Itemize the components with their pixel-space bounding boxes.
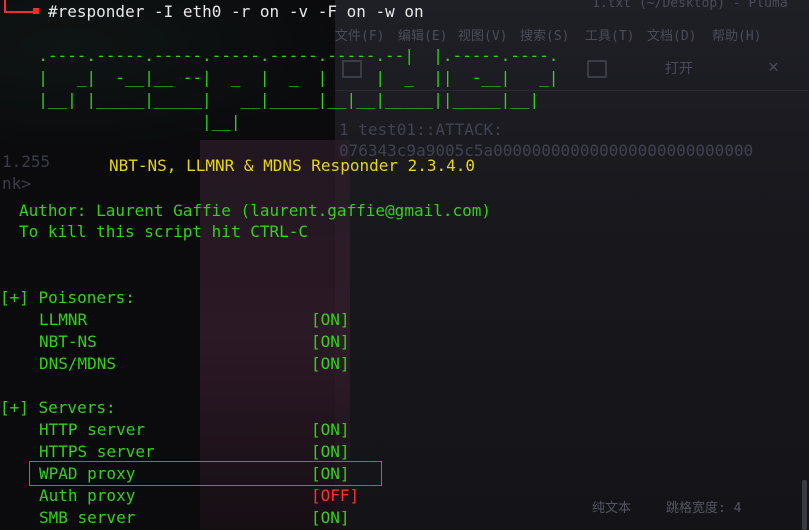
server-status: [ON] [311,442,350,461]
menu-edit[interactable]: 编辑(E) [398,25,447,44]
ghost-ip: 1.255 [2,152,51,171]
prompt-corner-line [4,11,36,13]
menu-documents[interactable]: 文档(D) [647,25,696,44]
wpad-highlight-box [29,461,382,486]
server-name: SMB server [39,508,136,527]
server-status: [ON] [311,508,350,527]
editor-scrollbar[interactable] [802,480,807,530]
status-mode[interactable]: 纯文本 [592,497,631,516]
banner-line: | _| -__|__ --| _ | _ | | _ || -__| _| [19,68,559,87]
server-name: HTTP server [39,420,145,439]
banner-line: |__| [19,112,241,131]
menu-search[interactable]: 搜索(S) [520,25,569,44]
background-window-title: 1.txt (~/Desktop) - Pluma [592,0,788,11]
banner-line: |__| |_____|_____| __|_____|__|__|_____|… [19,90,540,109]
ascii-banner: .----.-----.-----.-----.-----.-----.--| … [19,45,558,133]
poisoner-name: LLMNR [39,310,88,329]
server-name: Auth proxy [39,486,136,505]
status-tab-width[interactable]: 跳格宽度: 4 [666,497,741,516]
server-name: HTTPS server [39,442,155,461]
poisoner-name: DNS/MDNS [39,354,117,373]
poisoner-status: [ON] [311,354,350,373]
print-icon[interactable] [587,60,607,78]
poisoner-name: NBT-NS [39,332,97,351]
menu-view[interactable]: 视图(V) [458,25,507,44]
kill-hint-line: To kill this script hit CTRL-C [19,222,308,241]
close-icon[interactable]: ✕ [768,56,779,77]
author-line: Author: Laurent Gaffie (laurent.gaffie@g… [19,201,492,220]
poisoner-status: [ON] [311,332,350,351]
poisoner-status: [ON] [311,310,350,329]
ghost-lnk: nk> [2,174,31,193]
server-status: [ON] [311,420,350,439]
server-status-off: [OFF] [311,486,360,505]
background-menu-bar: 文件(F) 编辑(E) 视图(V) 搜索(S) 工具(T) 文档(D) 帮助(H… [335,25,809,45]
banner-line: .----.-----.-----.-----.-----.-----.--| … [19,46,559,65]
menu-file[interactable]: 文件(F) [335,25,384,44]
menu-help[interactable]: 帮助(H) [712,25,761,44]
toolbar-open-label[interactable]: 打开 [665,58,693,78]
poisoners-header: [+] Poisoners: [0,288,135,307]
prompt-bullet-icon [33,8,39,14]
menu-tools[interactable]: 工具(T) [585,25,634,44]
responder-title: NBT-NS, LLMNR & MDNS Responder 2.3.4.0 [109,156,476,175]
command-line: #responder -I eth0 -r on -v -F on -w on [48,2,424,21]
servers-header: [+] Servers: [0,398,116,417]
